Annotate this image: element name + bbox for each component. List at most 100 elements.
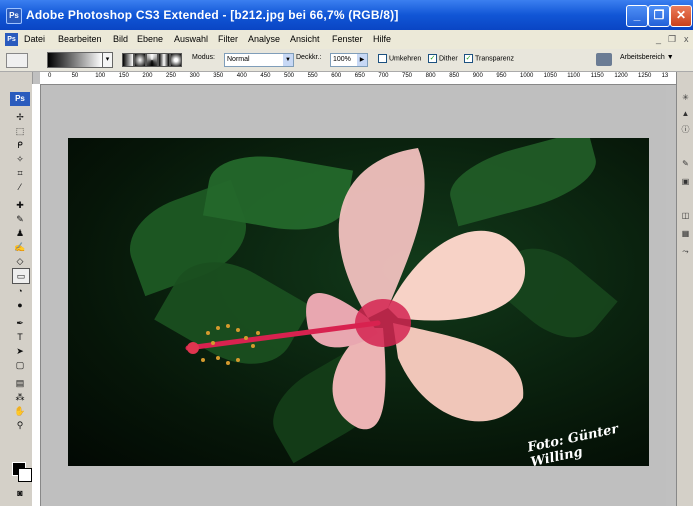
ruler-tick-label: 1050 xyxy=(543,73,557,79)
menu-bearbeiten[interactable]: Bearbeiten xyxy=(58,34,102,44)
umkehren-checkbox[interactable]: Umkehren xyxy=(378,54,421,63)
transparenz-checkbox[interactable]: ✓ Transparenz xyxy=(464,54,514,63)
eyedropper-tool-icon[interactable]: ⁂ xyxy=(12,390,28,404)
tool-presets-icon[interactable]: ▣ xyxy=(680,176,691,187)
ruler-tick-label: 500 xyxy=(284,73,295,79)
menu-ebene[interactable]: Ebene xyxy=(137,34,163,44)
ruler-tick-label: 13 xyxy=(661,73,669,79)
brushes-icon[interactable]: ✎ xyxy=(680,158,691,169)
ruler-tick-label: 750 xyxy=(402,73,413,79)
photoshop-logo[interactable]: Ps xyxy=(10,92,30,106)
ruler-tick-label: 200 xyxy=(142,73,153,79)
horizontal-ruler: 0 50 100 150 200 250 300 350 400 450 500 550 600 650 7… xyxy=(40,72,676,85)
linear-gradient-button[interactable] xyxy=(122,53,134,67)
doc-close-button[interactable]: x xyxy=(684,34,689,44)
document-icon[interactable]: Ps xyxy=(5,33,18,46)
move-tool-icon[interactable]: ✢ xyxy=(12,110,28,124)
histogram-icon[interactable]: ▲ xyxy=(680,108,691,119)
eraser-tool-icon[interactable]: ◇ xyxy=(12,254,28,268)
document-image[interactable]: Foto: Günter Willing xyxy=(68,138,649,466)
checkmark-icon: ✓ xyxy=(428,54,437,63)
info-icon[interactable]: ⓘ xyxy=(680,124,691,135)
paths-icon[interactable]: ⤳ xyxy=(680,246,691,257)
ruler-tick-label: 600 xyxy=(331,73,342,79)
deckkr-label: Deckkr.: xyxy=(296,54,322,61)
gradient-swatch[interactable] xyxy=(47,52,103,68)
deckkr-input[interactable]: 100% ▶ xyxy=(330,53,368,67)
marquee-tool-icon[interactable]: ⬚ xyxy=(12,124,28,138)
ruler-tick-label: 700 xyxy=(378,73,389,79)
menu-datei[interactable]: Datei xyxy=(24,34,45,44)
right-panel-dock: ✳ ▲ ⓘ ✎ ▣ ◫ ▦ ⤳ xyxy=(676,72,693,506)
bridge-icon[interactable] xyxy=(596,53,612,66)
blur-tool-icon[interactable]: ◔ xyxy=(12,284,28,298)
doc-minimize-button[interactable]: _ xyxy=(656,34,661,44)
window-title: Adobe Photoshop CS3 Extended - [b212.jpg… xyxy=(26,8,399,22)
layers-icon[interactable]: ◫ xyxy=(680,210,691,221)
transparenz-label: Transparenz xyxy=(475,55,515,63)
gradient-picker-arrow[interactable]: ▾ xyxy=(102,52,113,68)
ruler-tick-label: 800 xyxy=(425,73,436,79)
vertical-ruler xyxy=(32,84,41,506)
pen-tool-icon[interactable]: ✒ xyxy=(12,316,28,330)
ruler-tick-label: 650 xyxy=(354,73,365,79)
menu-fenster[interactable]: Fenster xyxy=(332,34,363,44)
clone-stamp-tool-icon[interactable]: ♟ xyxy=(12,226,28,240)
dither-checkbox[interactable]: ✓ Dither xyxy=(428,54,458,63)
notes-tool-icon[interactable]: ▤ xyxy=(12,376,28,390)
menu-analyse[interactable]: Analyse xyxy=(248,34,280,44)
reflected-gradient-button[interactable] xyxy=(158,53,170,67)
options-bar: ▾ Modus: Normal ▼ Deckkr.: 100% ▶ Umkehr… xyxy=(0,49,693,72)
photoshop-app-icon[interactable]: Ps xyxy=(6,8,22,24)
dodge-tool-icon[interactable]: ● xyxy=(12,298,28,312)
menu-hilfe[interactable]: Hilfe xyxy=(373,34,391,44)
healing-brush-tool-icon[interactable]: ✚ xyxy=(12,198,28,212)
modus-value: Normal xyxy=(227,56,250,63)
chevron-right-icon: ▶ xyxy=(357,54,367,66)
slice-tool-icon[interactable]: ⁄ xyxy=(12,180,28,194)
dither-label: Dither xyxy=(439,55,458,63)
ruler-tick-label: 300 xyxy=(189,73,200,79)
menu-filter[interactable]: Filter xyxy=(218,34,238,44)
doc-restore-button[interactable]: ❐ xyxy=(668,34,676,45)
menu-bild[interactable]: Bild xyxy=(113,34,128,44)
magic-wand-tool-icon[interactable]: ✧ xyxy=(12,152,28,166)
hand-tool-icon[interactable]: ✋ xyxy=(12,404,28,418)
left-dock xyxy=(0,72,8,506)
angle-gradient-button[interactable] xyxy=(146,53,158,67)
toolbox: Ps ✢ ⬚ ᑭ ✧ ⌗ ⁄ ✚ ✎ ♟ ✍ ◇ ▭ ◔ ● ✒ T ➤ ▢ ▤… xyxy=(8,72,33,506)
diamond-gradient-button[interactable] xyxy=(170,53,182,67)
type-tool-icon[interactable]: T xyxy=(12,330,28,344)
maximize-button[interactable]: ❐ xyxy=(648,5,670,27)
navigator-icon[interactable]: ✳ xyxy=(680,92,691,103)
ruler-tick-label: 900 xyxy=(472,73,483,79)
modus-select[interactable]: Normal ▼ xyxy=(224,53,294,67)
brush-tool-icon[interactable]: ✎ xyxy=(12,212,28,226)
title-bar: Ps Adobe Photoshop CS3 Extended - [b212.… xyxy=(0,0,693,30)
menu-ansicht[interactable]: Ansicht xyxy=(290,34,320,44)
path-selection-tool-icon[interactable]: ➤ xyxy=(12,344,28,358)
crop-tool-icon[interactable]: ⌗ xyxy=(12,166,28,180)
gradient-tool-icon[interactable]: ▭ xyxy=(12,268,30,284)
ruler-tick-label: 400 xyxy=(236,73,247,79)
shape-tool-icon[interactable]: ▢ xyxy=(12,358,28,372)
ruler-tick-label: 450 xyxy=(260,73,271,79)
ruler-tick-label: 1000 xyxy=(520,73,534,79)
background-color-swatch[interactable] xyxy=(18,468,32,482)
ruler-tick-label: 550 xyxy=(307,73,318,79)
minimize-button[interactable]: _ xyxy=(626,5,648,27)
tool-preset-picker[interactable] xyxy=(6,53,28,68)
ruler-tick-label: 1150 xyxy=(590,73,604,79)
lasso-tool-icon[interactable]: ᑭ xyxy=(12,138,28,152)
workspace-button[interactable]: Arbeitsbereich ▼ xyxy=(620,54,674,61)
close-button[interactable]: ✕ xyxy=(670,5,692,27)
radial-gradient-button[interactable] xyxy=(134,53,146,67)
menu-auswahl[interactable]: Auswahl xyxy=(174,34,208,44)
history-brush-tool-icon[interactable]: ✍ xyxy=(12,240,28,254)
channels-icon[interactable]: ▦ xyxy=(680,228,691,239)
quick-mask-icon[interactable]: ◙ xyxy=(12,486,28,500)
chevron-down-icon: ▼ xyxy=(283,54,293,66)
ruler-tick-label: 1250 xyxy=(638,73,652,79)
zoom-tool-icon[interactable]: ⚲ xyxy=(12,418,28,432)
ruler-tick-label: 350 xyxy=(213,73,224,79)
